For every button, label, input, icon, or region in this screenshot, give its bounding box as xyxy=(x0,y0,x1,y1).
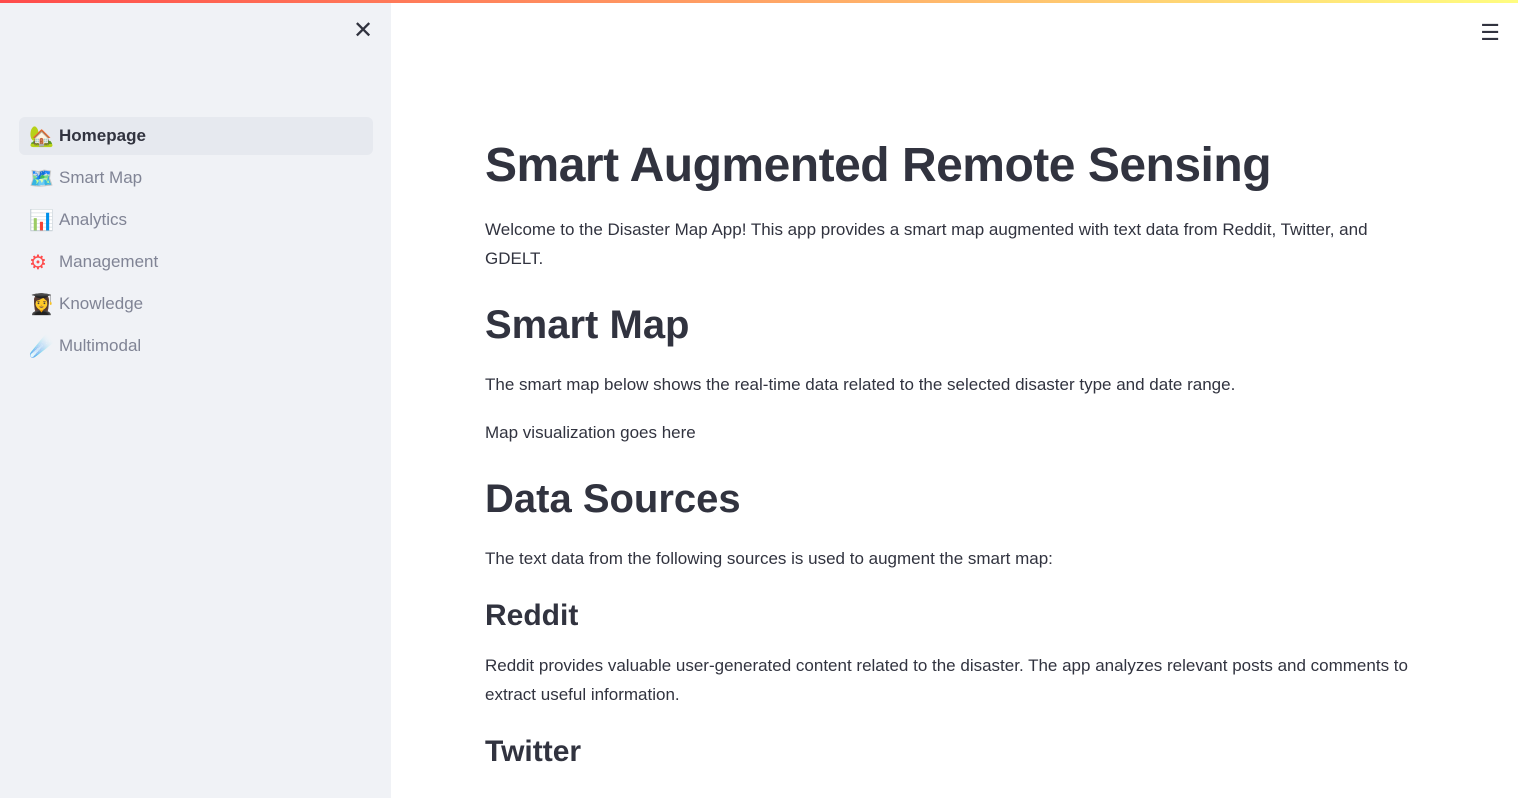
smart-map-text: The smart map below shows the real-time … xyxy=(485,375,1236,394)
sidebar-item-smart-map[interactable]: 🗺️ Smart Map xyxy=(19,159,373,197)
sidebar-item-label: Knowledge xyxy=(59,294,144,313)
smart-map-heading: Smart Map xyxy=(485,303,690,347)
comet-icon: ☄️ xyxy=(29,335,54,358)
sidebar-item-label: Analytics xyxy=(59,210,128,229)
sidebar-item-knowledge[interactable]: 👩‍🎓 Knowledge xyxy=(19,285,373,323)
twitter-heading: Twitter xyxy=(485,735,582,768)
data-sources-text: The text data from the following sources… xyxy=(485,549,1053,568)
sidebar-item-homepage[interactable]: 🏡 Homepage xyxy=(19,117,373,155)
gear-icon: ⚙ xyxy=(29,251,47,274)
page-title: Smart Augmented Remote Sensing xyxy=(485,139,1272,192)
sidebar-item-label: Multimodal xyxy=(59,336,142,355)
close-sidebar-button[interactable]: ✕ xyxy=(352,19,374,43)
sidebar-item-label: Smart Map xyxy=(59,168,143,187)
house-icon: 🏡 xyxy=(29,125,54,148)
data-sources-heading: Data Sources xyxy=(485,477,741,521)
map-placeholder: Map visualization goes here xyxy=(485,423,696,442)
sidebar-nav: 🏡 Homepage 🗺️ Smart Map 📊 Analytics ⚙ Manage… xyxy=(19,117,373,369)
sidebar-item-analytics[interactable]: 📊 Analytics xyxy=(19,201,373,239)
top-decoration-bar xyxy=(0,0,1518,3)
reddit-heading: Reddit xyxy=(485,599,579,632)
main-content: Smart Augmented Remote Sensing Welcome t… xyxy=(485,138,1415,787)
hamburger-menu-button[interactable]: ☰ xyxy=(1480,20,1500,46)
reddit-text: Reddit provides valuable user-generated … xyxy=(485,656,1408,704)
sidebar-item-multimodal[interactable]: ☄️ Multimodal xyxy=(19,327,373,365)
student-icon: 👩‍🎓 xyxy=(29,293,54,316)
bar-chart-icon: 📊 xyxy=(29,209,54,232)
intro-text: Welcome to the Disaster Map App! This ap… xyxy=(485,220,1368,268)
world-map-icon: 🗺️ xyxy=(29,167,54,190)
sidebar-item-label: Homepage xyxy=(59,126,146,145)
sidebar: ✕ 🏡 Homepage 🗺️ Smart Map 📊 Analytics ⚙ Mana… xyxy=(0,0,391,798)
sidebar-item-management[interactable]: ⚙ Management xyxy=(19,243,373,281)
sidebar-item-label: Management xyxy=(59,252,159,271)
